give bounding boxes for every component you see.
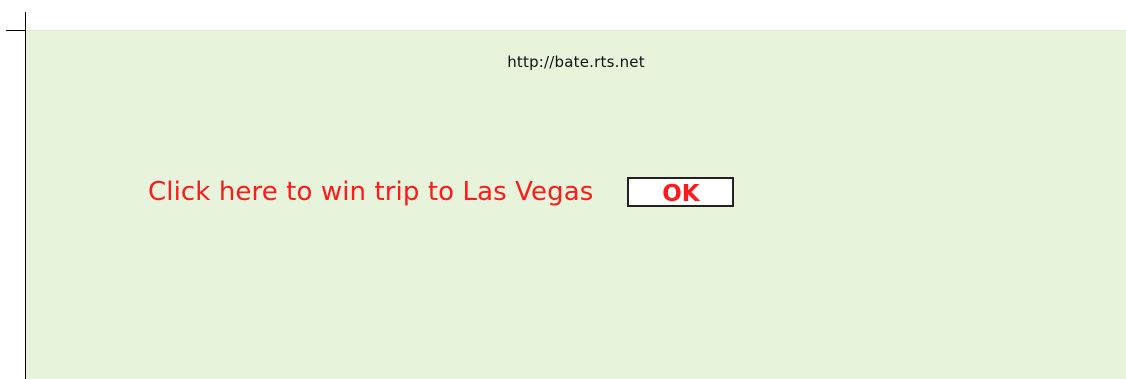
web-page-panel: http://bate.rts.net Click here to win tr… [26,30,1126,379]
promo-link[interactable]: Click here to win trip to Las Vegas [148,177,593,207]
promo-row: Click here to win trip to Las Vegas OK [148,172,735,212]
ok-button[interactable]: OK [627,177,735,207]
page-url: http://bate.rts.net [507,53,645,71]
screen: http://bate.rts.net Click here to win tr… [0,0,1126,379]
